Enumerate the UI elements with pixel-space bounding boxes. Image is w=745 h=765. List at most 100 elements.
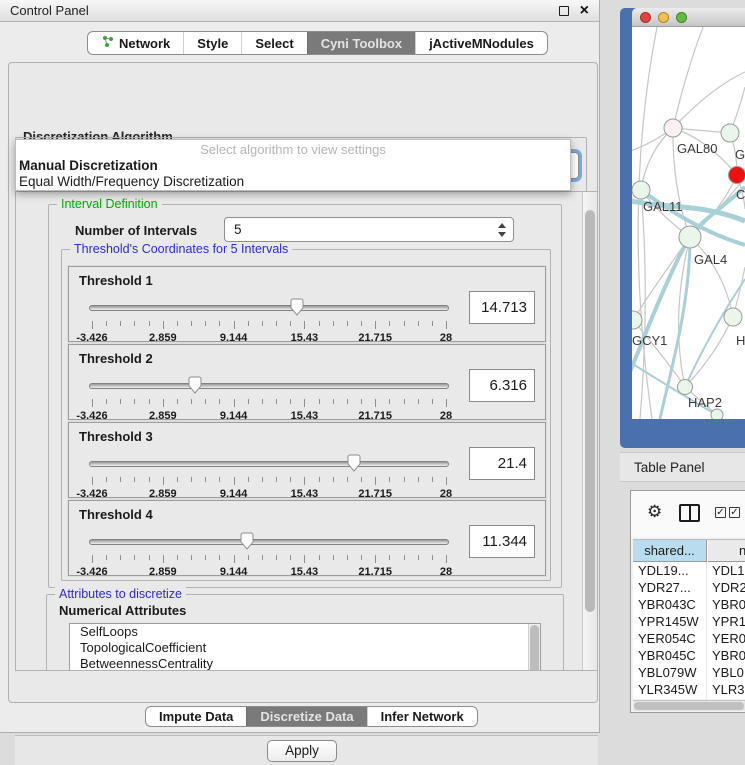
cyni-toolbox-panel: Discretization Algorithm Select algorith…: [8, 62, 598, 703]
float-window-icon[interactable]: [559, 6, 569, 16]
table-cell-name[interactable]: YPR1: [712, 613, 745, 630]
node-label: GAL4: [694, 252, 727, 267]
dropdown-option-manual[interactable]: Manual Discretization: [19, 158, 158, 173]
node-attribute-table: shared... nam YDL19...YDL1YDR27...YDR2YB…: [633, 539, 745, 699]
tab-label: Style: [197, 36, 228, 51]
list-scrollbar[interactable]: [528, 624, 540, 671]
column-view-icon[interactable]: [679, 504, 700, 522]
node-selected-red[interactable]: [729, 167, 745, 184]
table-cell-name[interactable]: YER0: [712, 630, 745, 647]
threshold-4-block: Threshold 4-3.4262.8599.14415.4321.71528…: [68, 500, 546, 576]
node-gal11[interactable]: [632, 181, 650, 199]
thresholds-group: Threshold's Coordinates for 5 Intervals …: [61, 249, 551, 581]
tab-label: Discretize Data: [260, 709, 353, 724]
checkbox-icon[interactable]: ✓: [715, 507, 726, 518]
window-titlebar[interactable]: [632, 8, 745, 27]
table-header-shared-name[interactable]: shared...: [633, 540, 707, 562]
bottom-tab-bar: Impute Data Discretize Data Infer Networ…: [145, 706, 478, 727]
table-cell-shared-name[interactable]: YLR345W: [633, 681, 707, 698]
close-button[interactable]: [640, 12, 651, 23]
table-row[interactable]: YLR345W YLR3: [633, 681, 745, 698]
table-cell-name[interactable]: YIL0: [712, 698, 745, 699]
tab-infer-network[interactable]: Infer Network: [367, 707, 477, 726]
network-canvas[interactable]: GAL80 GA GAL11 C GAL4 GCY1 H HAP2: [632, 27, 745, 419]
list-item[interactable]: SelfLoops: [70, 624, 540, 640]
threshold-value-input[interactable]: 21.4: [469, 447, 535, 480]
list-item[interactable]: BetweennessCentrality: [70, 656, 540, 671]
slider-thumb-icon[interactable]: [346, 454, 362, 472]
table-cell-name[interactable]: YBL0: [712, 664, 745, 681]
spinner-value: 5: [234, 222, 242, 237]
threshold-slider[interactable]: -3.4262.8599.14415.4321.71528: [89, 375, 449, 419]
table-cell-shared-name[interactable]: YDL19...: [633, 562, 707, 579]
scrollbar-thumb[interactable]: [634, 702, 744, 710]
node-hap2[interactable]: [678, 380, 693, 395]
table-toolbar: ⚙ ✓ ✓: [631, 491, 745, 537]
table-row[interactable]: YDR27... YDR2: [633, 579, 745, 596]
table-cell-shared-name[interactable]: YIL053C: [633, 698, 707, 699]
table-cell-shared-name[interactable]: YBR043C: [633, 596, 707, 613]
minimize-button[interactable]: [658, 12, 669, 23]
table-row[interactable]: YBR043C YBR0: [633, 596, 745, 613]
tab-network[interactable]: Network: [88, 32, 183, 54]
table-cell-shared-name[interactable]: YER054C: [633, 630, 707, 647]
slider-thumb-icon[interactable]: [289, 298, 305, 316]
table-row[interactable]: YIL053C YIL0: [633, 698, 745, 699]
tab-impute-data[interactable]: Impute Data: [146, 707, 246, 726]
threshold-value-input[interactable]: 14.713: [469, 291, 535, 324]
table-row[interactable]: YPR145W YPR1: [633, 613, 745, 630]
node-gal80[interactable]: [664, 119, 682, 137]
node-bottom[interactable]: [711, 409, 723, 419]
horizontal-scrollbar[interactable]: [633, 700, 745, 711]
tab-jactivemnodules[interactable]: jActiveMNodules: [415, 32, 547, 54]
table-cell-shared-name[interactable]: YPR145W: [633, 613, 707, 630]
checkbox-icon[interactable]: ✓: [729, 507, 740, 518]
table-cell-shared-name[interactable]: YDR27...: [633, 579, 707, 596]
zoom-button[interactable]: [676, 12, 687, 23]
network-view-window[interactable]: GAL80 GA GAL11 C GAL4 GCY1 H HAP2: [620, 8, 745, 448]
threshold-slider[interactable]: -3.4262.8599.14415.4321.71528: [89, 531, 449, 575]
threshold-slider[interactable]: -3.4262.8599.14415.4321.71528: [89, 453, 449, 497]
dropdown-option-equal-width[interactable]: Equal Width/Frequency Discretization: [19, 174, 244, 189]
table-cell-shared-name[interactable]: YBR045C: [633, 647, 707, 664]
scrollbar-thumb[interactable]: [530, 625, 539, 671]
table-row[interactable]: YER054C YER0: [633, 630, 745, 647]
threshold-value-input[interactable]: 11.344: [469, 525, 535, 558]
threshold-value-input[interactable]: 6.316: [469, 369, 535, 402]
slider-thumb-icon[interactable]: [187, 376, 203, 394]
table-cell-shared-name[interactable]: YBL079W: [633, 664, 707, 681]
slider-thumb-icon[interactable]: [239, 532, 255, 550]
slider-tick-labels: -3.4262.8599.14415.4321.71528: [92, 410, 446, 422]
list-item[interactable]: TopologicalCoefficient: [70, 640, 540, 656]
threshold-label: Threshold 3: [79, 429, 153, 444]
tab-style[interactable]: Style: [183, 32, 241, 54]
table-cell-name[interactable]: YBR0: [712, 596, 745, 613]
dropdown-prompt: Select algorithm to view settings: [16, 142, 570, 157]
threshold-slider[interactable]: -3.4262.8599.14415.4321.71528: [89, 297, 449, 341]
apply-button[interactable]: Apply: [267, 740, 337, 762]
table-row[interactable]: YDL19... YDL1: [633, 562, 745, 579]
tab-discretize-data[interactable]: Discretize Data: [246, 707, 366, 726]
table-cell-name[interactable]: YDL1: [712, 562, 745, 579]
tab-select[interactable]: Select: [241, 32, 306, 54]
table-cell-name[interactable]: YBR0: [712, 647, 745, 664]
table-row[interactable]: YBL079W YBL0: [633, 664, 745, 681]
settings-gear-icon[interactable]: ⚙: [647, 502, 662, 522]
table-cell-name[interactable]: YLR3: [712, 681, 745, 698]
slider-track[interactable]: [89, 461, 449, 467]
attributes-list: SelfLoops TopologicalCoefficient Between…: [69, 623, 541, 671]
scrollbar-thumb[interactable]: [585, 210, 595, 612]
number-of-intervals-spinner[interactable]: 5: [224, 217, 514, 242]
tab-cyni-toolbox[interactable]: Cyni Toolbox: [307, 32, 415, 54]
table-cell-name[interactable]: YDR2: [712, 579, 745, 596]
node-gal4[interactable]: [679, 226, 701, 248]
slider-track[interactable]: [89, 539, 449, 545]
vertical-scrollbar[interactable]: [582, 192, 597, 670]
close-icon[interactable]: ×: [580, 0, 589, 22]
table-row[interactable]: YBR045C YBR0: [633, 647, 745, 664]
slider-track[interactable]: [89, 383, 449, 389]
node-ga[interactable]: [721, 124, 739, 142]
table-header-name[interactable]: nam: [708, 540, 745, 562]
node-h[interactable]: [724, 308, 742, 326]
slider-track[interactable]: [89, 305, 449, 311]
